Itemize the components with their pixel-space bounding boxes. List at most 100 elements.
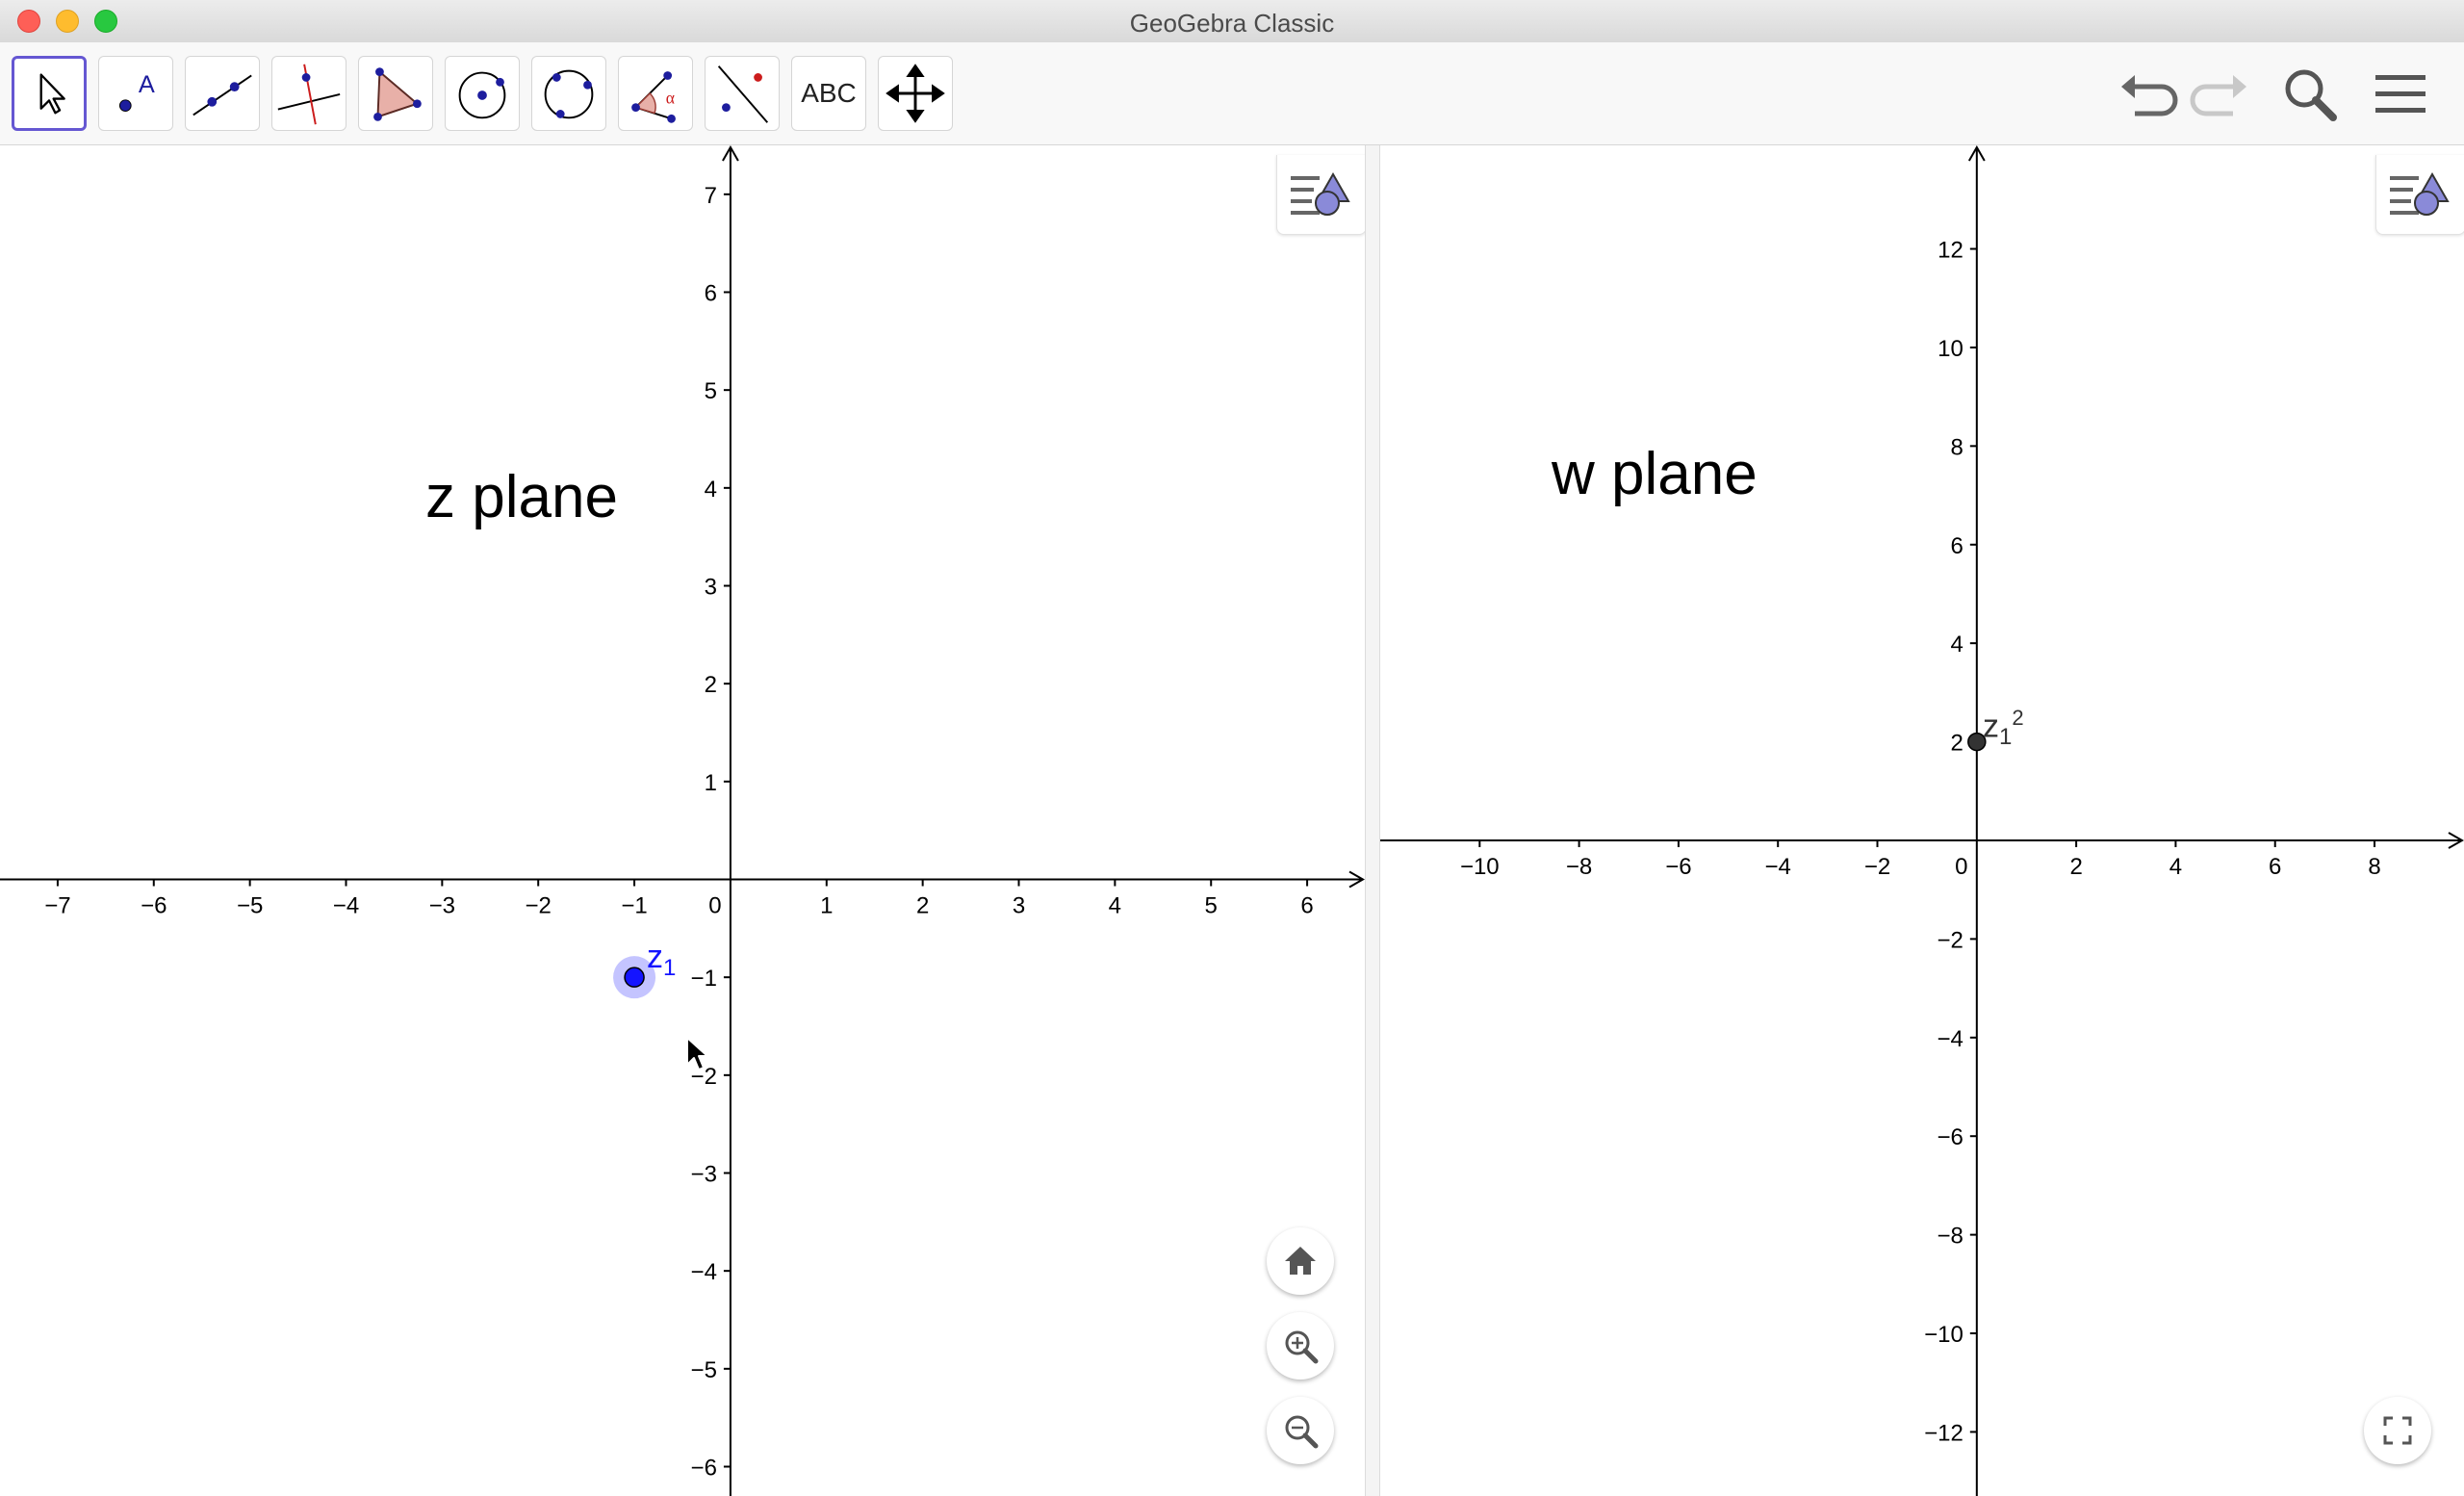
z-plane-x-tick-label: 1 bbox=[820, 893, 833, 919]
text-tool-button[interactable]: ABC bbox=[791, 56, 866, 131]
w-plane-x-tick-label: 6 bbox=[2269, 854, 2281, 880]
w-plane-x-tick-label: −8 bbox=[1566, 854, 1592, 880]
main-menu-button[interactable] bbox=[2368, 62, 2433, 127]
point-tool-glyph: A bbox=[139, 71, 155, 98]
w-plane-y-tick-label: −2 bbox=[1937, 927, 1963, 953]
angle-icon: α bbox=[631, 71, 676, 123]
z-plane-y-tick-label: −4 bbox=[691, 1259, 717, 1285]
z-plane-y-tick-label: 1 bbox=[705, 770, 717, 796]
view-splitter[interactable] bbox=[1365, 145, 1380, 1496]
z-plane-x-tick-label: 6 bbox=[1300, 893, 1313, 919]
z-plane-y-tick-label: 2 bbox=[705, 672, 717, 698]
w-plane-x-tick-label: −6 bbox=[1665, 854, 1691, 880]
move-graphics-view-tool-button[interactable] bbox=[878, 56, 953, 131]
point-z1[interactable] bbox=[624, 967, 645, 988]
z-plane-x-tick-label: −3 bbox=[429, 893, 455, 919]
graphics-view-2[interactable]: −10 −8 −6 −4 −2 0 2 4 6 8 −12 −10 −8 −6 −4 −2 2 4 6 8 10 12 w… bbox=[1380, 145, 2464, 1496]
point-z1-squared-label: z12 bbox=[1983, 706, 2024, 751]
z-plane-y-tick-label: −5 bbox=[691, 1357, 717, 1383]
w-plane-y-tick-label: 6 bbox=[1950, 533, 1963, 559]
circle-center-icon bbox=[458, 71, 506, 119]
w-plane-y-tick-label: −6 bbox=[1937, 1124, 1963, 1150]
z-plane-x-tick-label: −2 bbox=[526, 893, 552, 919]
circle-center-point-tool-button[interactable] bbox=[445, 56, 520, 131]
undo-button[interactable] bbox=[2114, 62, 2179, 127]
z-plane-x-tick-label: −4 bbox=[333, 893, 359, 919]
circle-three-points-tool-button[interactable] bbox=[531, 56, 606, 131]
graphics-view-1[interactable]: −7 −6 −5 −4 −3 −2 −1 0 1 2 3 4 5 6 −6 −5 −4 −3 −2 −1 1 2 3 4 5 6 7… bbox=[0, 145, 1365, 1496]
fullscreen-button[interactable] bbox=[2364, 1397, 2431, 1464]
zoom-out-icon bbox=[1285, 1415, 1319, 1449]
z-plane-y-tick-label: 7 bbox=[705, 183, 717, 209]
w-plane-y-tick-label: −4 bbox=[1937, 1026, 1963, 1052]
z-plane-y-tick-label: −6 bbox=[691, 1456, 717, 1482]
w-plane-label: w plane bbox=[1552, 441, 1758, 507]
w-plane-x-tick-label: 0 bbox=[1955, 854, 1967, 880]
w-plane-x-tick-label: 4 bbox=[2169, 854, 2182, 880]
point-tool-button[interactable]: A bbox=[98, 56, 173, 131]
angle-tool-button[interactable]: α bbox=[618, 56, 693, 131]
mouse-cursor-icon bbox=[686, 1037, 708, 1070]
line-icon bbox=[192, 74, 252, 116]
reflect-tool-button[interactable] bbox=[705, 56, 780, 131]
z-plane-axes-group: −7 −6 −5 −4 −3 −2 −1 0 1 2 3 4 5 6−6−5−4−3−2−11234567 bbox=[0, 145, 1365, 1496]
search-button[interactable] bbox=[2277, 62, 2343, 127]
line-tool-button[interactable] bbox=[185, 56, 260, 131]
z-plane-x-tick-label: −1 bbox=[621, 893, 647, 919]
home-icon bbox=[1285, 1247, 1316, 1275]
w-plane-x-tick-label: −10 bbox=[1460, 854, 1500, 880]
undo-icon bbox=[2121, 75, 2178, 116]
circle-three-points-icon bbox=[544, 69, 594, 119]
zoom-in-icon bbox=[1285, 1330, 1319, 1364]
move-tool-button[interactable] bbox=[12, 56, 87, 131]
w-plane-y-tick-label: −12 bbox=[1924, 1420, 1964, 1446]
z-plane-label: z plane bbox=[425, 464, 618, 530]
w-plane-axes-group: −10 −8 −6 −4 −2 0 2 4 6 8 −12 −10 −8 −6 −4 −2 2 4 6 8 10 12 bbox=[1380, 145, 2464, 1496]
w-plane-y-tick-label: 12 bbox=[1938, 238, 1964, 264]
redo-icon bbox=[2190, 75, 2246, 116]
style-bar-icon-2 bbox=[2390, 171, 2450, 216]
z-plane-y-tick-label: −3 bbox=[691, 1162, 717, 1188]
z-plane-x-tick-label: 5 bbox=[1205, 893, 1218, 919]
z-plane-x-tick-label: 3 bbox=[1013, 893, 1025, 919]
w-plane-y-tick-label: 8 bbox=[1950, 434, 1963, 460]
w-plane-x-tick-label: 8 bbox=[2368, 854, 2380, 880]
z-plane-x-tick-label: −7 bbox=[44, 893, 70, 919]
z-plane-x-tick-label: −5 bbox=[237, 893, 263, 919]
z-plane-x-tick-label: 2 bbox=[916, 893, 929, 919]
polygon-icon bbox=[373, 67, 422, 121]
angle-tool-glyph: α bbox=[666, 89, 675, 108]
zoom-in-button[interactable] bbox=[1267, 1312, 1334, 1380]
point-icon: A bbox=[118, 71, 155, 112]
z-plane-y-tick-label: 6 bbox=[705, 281, 717, 307]
style-bar-icon bbox=[1291, 171, 1350, 216]
z-plane-y-tick-label: 3 bbox=[705, 575, 717, 601]
polygon-tool-button[interactable] bbox=[358, 56, 433, 131]
w-plane-y-tick-label: 2 bbox=[1950, 731, 1963, 757]
w-plane-y-tick-label: 10 bbox=[1938, 336, 1964, 362]
search-icon bbox=[2285, 69, 2337, 121]
z-plane-x-tick-label: 0 bbox=[708, 893, 721, 919]
axes-z-plane: −7 −6 −5 −4 −3 −2 −1 0 1 2 3 4 5 6−6−5−4−3−2−11234567 bbox=[0, 145, 1365, 1496]
z-plane-y-tick-label: 5 bbox=[705, 378, 717, 404]
toolbar: A α ABC bbox=[0, 42, 2464, 145]
w-plane-x-tick-label: 2 bbox=[2069, 854, 2082, 880]
style-bar-toggle-view-2[interactable] bbox=[2375, 155, 2464, 235]
perpendicular-line-tool-button[interactable] bbox=[271, 56, 346, 131]
style-bar-toggle-view-1[interactable] bbox=[1276, 155, 1365, 235]
home-button[interactable] bbox=[1267, 1227, 1334, 1295]
z-plane-y-tick-label: −1 bbox=[691, 966, 717, 992]
perpendicular-line-icon bbox=[277, 64, 341, 125]
window-title: GeoGebra Classic bbox=[1129, 9, 1335, 38]
cursor-arrow-icon bbox=[39, 73, 65, 115]
zoom-out-button[interactable] bbox=[1267, 1397, 1334, 1464]
move-arrows-icon bbox=[886, 64, 945, 123]
z-plane-x-tick-label: 4 bbox=[1109, 893, 1121, 919]
fullscreen-icon bbox=[2383, 1416, 2412, 1445]
w-plane-x-tick-label: −4 bbox=[1765, 854, 1791, 880]
text-tool-label: ABC bbox=[801, 78, 857, 108]
point-z1-label: z1 bbox=[647, 939, 677, 981]
w-plane-y-tick-label: −8 bbox=[1937, 1224, 1963, 1250]
redo-button[interactable] bbox=[2189, 62, 2254, 127]
z-plane-y-tick-label: 4 bbox=[705, 477, 717, 503]
